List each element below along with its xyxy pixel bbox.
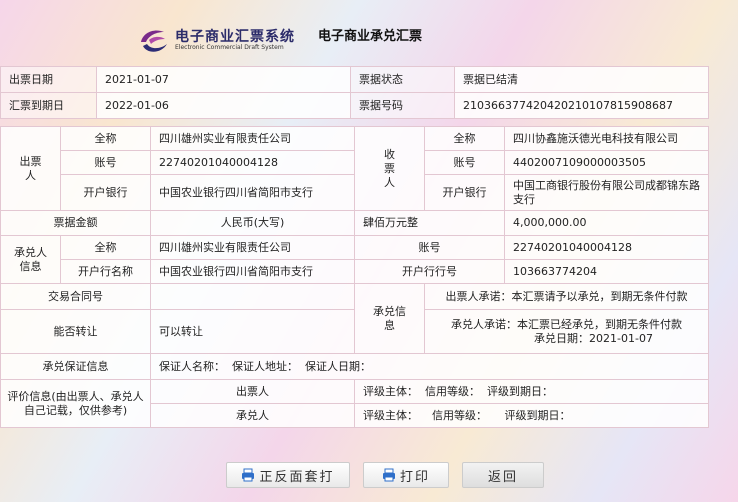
payee-name-label: 全称	[424, 126, 505, 151]
ecds-logo-icon	[141, 30, 167, 52]
back-label: 返回	[487, 469, 518, 485]
acceptor-bank-no-value: 103663774204	[504, 259, 709, 284]
acceptor-label: 承兑人信息	[0, 235, 61, 284]
rating-acceptor-value: 评级主体： 信用等级： 评级到期日：	[354, 403, 709, 428]
payee-account-label: 账号	[424, 150, 505, 175]
bill-no-value: 210366377420420210107815908687	[454, 92, 709, 119]
issue-date-value: 2021-01-07	[96, 66, 351, 93]
amount-value: 4,000,000.00	[504, 210, 709, 236]
payee-bank-label: 开户银行	[424, 174, 505, 211]
issue-date-label: 出票日期	[0, 66, 97, 93]
page-header: 电子商业汇票系统 Electronic Commercial Draft Sys…	[0, 0, 738, 62]
button-bar: 正反面套打 打印 返回	[0, 460, 738, 490]
table-row: 承兑保证信息 保证人名称： 保证人地址： 保证人日期：	[0, 353, 709, 380]
drawer-bank-value: 中国农业银行四川省简阳市支行	[150, 174, 355, 211]
summary-table: 出票日期 2021-01-07 票据状态 票据已结清 汇票到期日 2022-01…	[0, 66, 709, 119]
drawer-account-value: 22740201040004128	[150, 150, 355, 175]
acceptance-label: 承兑信息	[354, 283, 425, 354]
guarantee-label: 承兑保证信息	[0, 353, 151, 380]
payee-name-value: 四川协鑫施沃德光电科技有限公司	[504, 126, 709, 151]
payee-bank-value: 中国工商银行股份有限公司成都锦东路支行	[504, 174, 709, 211]
acceptance-label-text: 承兑信息	[373, 304, 406, 332]
drawer-name-value: 四川雄州实业有限责任公司	[150, 126, 355, 151]
acceptor-account-label: 账号	[354, 235, 505, 260]
ecds-logo: 电子商业汇票系统 Electronic Commercial Draft Sys…	[137, 24, 317, 58]
logo-en-text: Electronic Commercial Draft System	[175, 44, 284, 51]
print-both-sides-button[interactable]: 正反面套打	[226, 462, 350, 488]
payee-account-value: 4402007109000003505	[504, 150, 709, 175]
drawer-label: 出票人	[0, 126, 61, 211]
logo-cn-text: 电子商业汇票系统	[175, 29, 295, 45]
acceptor-bank-name-value: 中国农业银行四川省简阳市支行	[150, 259, 355, 284]
payee-label: 收票人	[354, 126, 425, 211]
due-date-value: 2022-01-06	[96, 92, 351, 119]
drawer-label-text: 出票人	[19, 154, 42, 182]
table-row: 票据金额 人民币(大写) 肆佰万元整 4,000,000.00	[0, 210, 709, 236]
printer-icon	[382, 468, 395, 482]
print-label: 打印	[399, 469, 430, 485]
table-row: 评价信息(由出票人、承兑人自己记载，仅供参考) 出票人 评级主体： 信用等级： …	[0, 379, 709, 428]
contract-value	[150, 283, 355, 310]
amount-upper-value: 肆佰万元整	[354, 210, 505, 236]
status-value: 票据已结清	[454, 66, 709, 93]
detail-table: 出票人 全称 四川雄州实业有限责任公司 收票人 全称 四川协鑫施沃德光电科技有限…	[0, 126, 709, 428]
table-row: 承兑人信息 全称 四川雄州实业有限责任公司 账号 227402010400041…	[0, 235, 709, 284]
payee-label-text: 收票人	[384, 147, 395, 189]
table-row: 开户行名称 中国农业银行四川省简阳市支行 开户行行号 103663774204	[1, 259, 709, 284]
due-date-label: 汇票到期日	[0, 92, 97, 119]
printer-icon	[242, 468, 255, 482]
table-row: 交易合同号 承兑信息 出票人承诺：本汇票请予以承兑，到期无条件付款	[0, 283, 709, 354]
accept-date: 承兑日期：2021-01-07	[534, 331, 653, 345]
table-row: 出票日期 2021-01-07 票据状态 票据已结清	[0, 66, 709, 93]
contract-label: 交易合同号	[0, 283, 151, 310]
back-button[interactable]: 返回	[462, 462, 544, 488]
acceptor-promise: 承兑人承诺：本汇票已经承兑，到期无条件付款	[451, 317, 682, 331]
rating-drawer-value: 评级主体： 信用等级： 评级到期日：	[354, 379, 709, 404]
print-both-sides-label: 正反面套打	[259, 469, 335, 485]
rating-drawer-label: 出票人	[150, 379, 355, 404]
rating-label: 评价信息(由出票人、承兑人自己记载，仅供参考)	[0, 379, 151, 428]
acceptor-promise-cell: 承兑人承诺：本汇票已经承兑，到期无条件付款 承兑日期：2021-01-07	[424, 309, 709, 354]
rating-acceptor-label: 承兑人	[150, 403, 355, 428]
acceptor-bank-name-label: 开户行名称	[60, 259, 151, 284]
drawer-bank-label: 开户银行	[60, 174, 151, 211]
table-row: 汇票到期日 2022-01-06 票据号码 210366377420420210…	[0, 92, 709, 119]
status-label: 票据状态	[350, 66, 455, 93]
table-row: 出票人 全称 四川雄州实业有限责任公司 收票人 全称 四川协鑫施沃德光电科技有限…	[0, 126, 709, 211]
acceptor-name-value: 四川雄州实业有限责任公司	[150, 235, 355, 260]
page-title: 电子商业承兑汇票	[318, 29, 423, 44]
print-button[interactable]: 打印	[363, 462, 449, 488]
bill-no-label: 票据号码	[350, 92, 455, 119]
amount-upper-label: 人民币(大写)	[150, 210, 355, 236]
transfer-label: 能否转让	[0, 309, 151, 354]
drawer-account-label: 账号	[60, 150, 151, 175]
transfer-value: 可以转让	[150, 309, 355, 354]
acceptor-account-value: 22740201040004128	[504, 235, 709, 260]
acceptor-bank-no-label: 开户行行号	[354, 259, 505, 284]
drawer-promise: 出票人承诺：本汇票请予以承兑，到期无条件付款	[424, 283, 709, 310]
acceptor-name-label: 全称	[60, 235, 151, 260]
guarantee-value: 保证人名称： 保证人地址： 保证人日期：	[150, 353, 709, 380]
amount-label: 票据金额	[0, 210, 151, 236]
drawer-name-label: 全称	[60, 126, 151, 151]
